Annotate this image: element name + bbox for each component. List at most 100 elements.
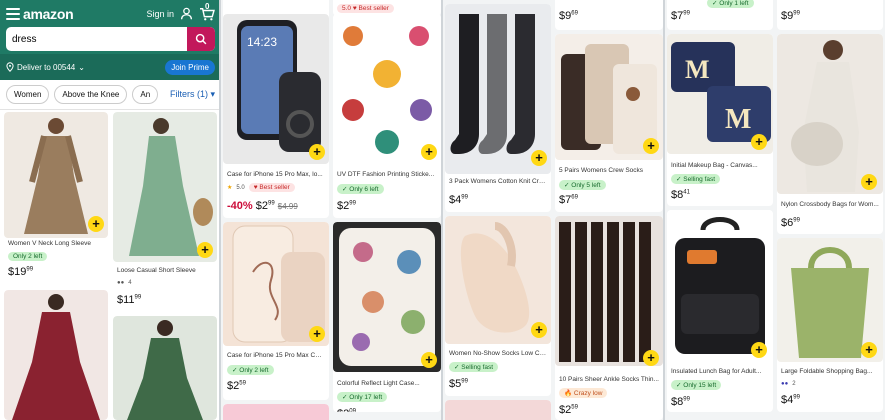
add-to-cart-button[interactable]: +	[531, 322, 547, 338]
search-input[interactable]	[6, 33, 187, 45]
product-image	[777, 34, 883, 194]
badge-label: Only 1 left	[719, 0, 749, 7]
add-to-cart-button[interactable]: +	[309, 144, 325, 160]
product-title[interactable]: 5 Pairs Womens Crew Socks	[559, 167, 659, 174]
add-to-cart-button[interactable]: +	[88, 216, 104, 232]
product-card[interactable]: + Insulated Lunch Bag for Adult... ✓ Onl…	[667, 210, 773, 412]
product-card[interactable]: + Loose Casual Short Sleeve ●● 4 $1199	[113, 112, 217, 312]
product-price: $499	[449, 194, 468, 206]
product-title[interactable]: Initial Makeup Bag - Canvas...	[671, 162, 769, 169]
product-title[interactable]: Women No-Show Socks Low Cu...	[449, 350, 547, 357]
product-price: -40% $299 $4.99	[227, 200, 298, 212]
product-card[interactable]	[113, 316, 217, 420]
product-card[interactable]: $969	[555, 0, 663, 30]
user-icon[interactable]	[180, 7, 193, 20]
price-whole: $5	[449, 378, 462, 390]
product-card[interactable]	[445, 400, 551, 420]
stock-badge: ✓ Only 1 left	[707, 0, 754, 8]
stock-badge: ✓ Selling fast	[671, 174, 721, 184]
product-card[interactable]: + UV DTF Fashion Printing Sticke... ✓ On…	[333, 14, 441, 218]
product-title[interactable]: 3 Pack Womens Cotton Knit Crochet...	[449, 178, 547, 185]
logo-area[interactable]: amazon	[6, 6, 74, 22]
product-card[interactable]: $999	[777, 0, 883, 30]
product-card[interactable]: + Nylon Crossbody Bags for Wom... $699	[777, 34, 883, 234]
add-to-cart-button[interactable]: +	[643, 350, 659, 366]
badge-label: Best seller	[358, 5, 389, 12]
product-title[interactable]: Case for iPhone 15 Pro Max, lo...	[227, 171, 325, 178]
rating-value: 5.0	[342, 5, 352, 12]
price-cents: 69	[571, 194, 578, 201]
add-to-cart-button[interactable]: +	[421, 352, 437, 368]
add-to-cart-button[interactable]: +	[751, 342, 767, 358]
product-card[interactable]	[223, 404, 329, 420]
filter-chip-above-knee[interactable]: Above the Knee	[54, 85, 128, 104]
price-whole: $8	[671, 396, 684, 408]
filter-chip-women[interactable]: Women	[6, 85, 50, 104]
filters-button[interactable]: Filters (1) ▾	[170, 89, 215, 100]
product-card[interactable]: + Case for iPhone 15 Pro Max Cas... ✓ On…	[223, 222, 329, 400]
price-cents: 99	[268, 200, 275, 207]
stock-badge: ✓ Only 5 left	[559, 180, 606, 190]
deliver-bar[interactable]: Deliver to 00544 ⌄ Join Prime	[0, 54, 221, 80]
add-to-cart-button[interactable]: +	[643, 138, 659, 154]
price-cents: 99	[461, 378, 468, 385]
price-whole: $4	[781, 394, 794, 406]
price-cents: 99	[683, 10, 690, 17]
product-card[interactable]: + Large Foldable Shopping Bag... ●● 2 $49…	[777, 238, 883, 412]
product-title[interactable]: Large Foldable Shopping Bag...	[781, 368, 879, 375]
product-card[interactable]: + Colorful Reflect Light Case... ✓ Only …	[333, 222, 441, 412]
product-price: $499	[781, 394, 800, 406]
product-title[interactable]: Case for iPhone 15 Pro Max Cas...	[227, 352, 325, 359]
product-card[interactable]: MM + Initial Makeup Bag - Canvas... ✓ Se…	[667, 34, 773, 206]
add-to-cart-button[interactable]: +	[861, 342, 877, 358]
product-image	[333, 14, 441, 164]
product-image	[445, 4, 551, 174]
rating-row: ●● 2	[781, 381, 796, 387]
product-title[interactable]: Insulated Lunch Bag for Adult...	[671, 368, 769, 375]
location-pin-icon	[6, 62, 14, 72]
rating-value: 2	[792, 381, 796, 387]
add-to-cart-button[interactable]: +	[197, 242, 213, 258]
add-to-cart-button[interactable]: +	[421, 144, 437, 160]
hamburger-menu-icon[interactable]	[6, 7, 20, 20]
join-prime-button[interactable]: Join Prime	[165, 59, 215, 75]
badge-label: Only 6 left	[349, 186, 379, 193]
product-title[interactable]: Colorful Reflect Light Case...	[337, 380, 437, 387]
add-to-cart-button[interactable]: +	[531, 150, 547, 166]
filters-label: Filters (1)	[169, 89, 208, 99]
product-title[interactable]: Nylon Crossbody Bags for Wom...	[781, 201, 879, 208]
sign-in-link[interactable]: Sign in	[146, 9, 174, 19]
product-column-phone-cases: $108 5.0 ♥ Best seller 14:23 + Case for …	[221, 0, 443, 420]
product-card[interactable]: 14:23 + Case for iPhone 15 Pro Max, lo..…	[223, 14, 329, 218]
product-title[interactable]: Loose Casual Short Sleeve	[117, 267, 213, 274]
add-to-cart-button[interactable]: +	[751, 134, 767, 150]
stock-badge: ✓ Only 6 left	[337, 184, 384, 194]
product-card[interactable]	[4, 290, 108, 420]
price-whole: $6	[781, 217, 794, 229]
price-whole: $4	[449, 194, 462, 206]
price-cents: 99	[683, 396, 690, 403]
product-title[interactable]: Women V Neck Long Sleeve	[8, 240, 104, 247]
price-whole: $2	[227, 380, 240, 392]
product-card[interactable]: + 10 Pairs Sheer Ankle Socks Thin... 🔥 C…	[555, 216, 663, 420]
product-card[interactable]: + Women V Neck Long Sleeve Only 2 left $…	[4, 112, 108, 286]
stock-badge: Only 2 left	[8, 252, 48, 261]
search-button[interactable]	[187, 27, 215, 51]
product-title[interactable]: 10 Pairs Sheer Ankle Socks Thin...	[559, 376, 659, 383]
product-title[interactable]: UV DTF Fashion Printing Sticke...	[337, 171, 437, 178]
deliver-text: Deliver to 00544	[17, 62, 76, 72]
product-card[interactable]: $799 ✓ Only 1 left	[667, 0, 773, 30]
price-cents: 99	[134, 294, 142, 301]
cart-button[interactable]: 0	[199, 2, 215, 21]
stock-badge: ✓ Only 15 left	[671, 380, 722, 390]
product-price: $969	[559, 10, 578, 22]
filter-chip-partial[interactable]: An	[132, 85, 159, 104]
add-to-cart-button[interactable]: +	[309, 326, 325, 342]
product-card[interactable]: + Women No-Show Socks Low Cu... ✓ Sellin…	[445, 216, 551, 396]
product-card[interactable]: + 5 Pairs Womens Crew Socks ✓ Only 5 lef…	[555, 34, 663, 212]
add-to-cart-button[interactable]: +	[861, 174, 877, 190]
price-cents: 99	[793, 394, 800, 401]
product-card[interactable]: + 3 Pack Womens Cotton Knit Crochet... $…	[445, 4, 551, 212]
search-icon	[195, 33, 207, 45]
amazon-logo[interactable]: amazon	[23, 6, 74, 22]
